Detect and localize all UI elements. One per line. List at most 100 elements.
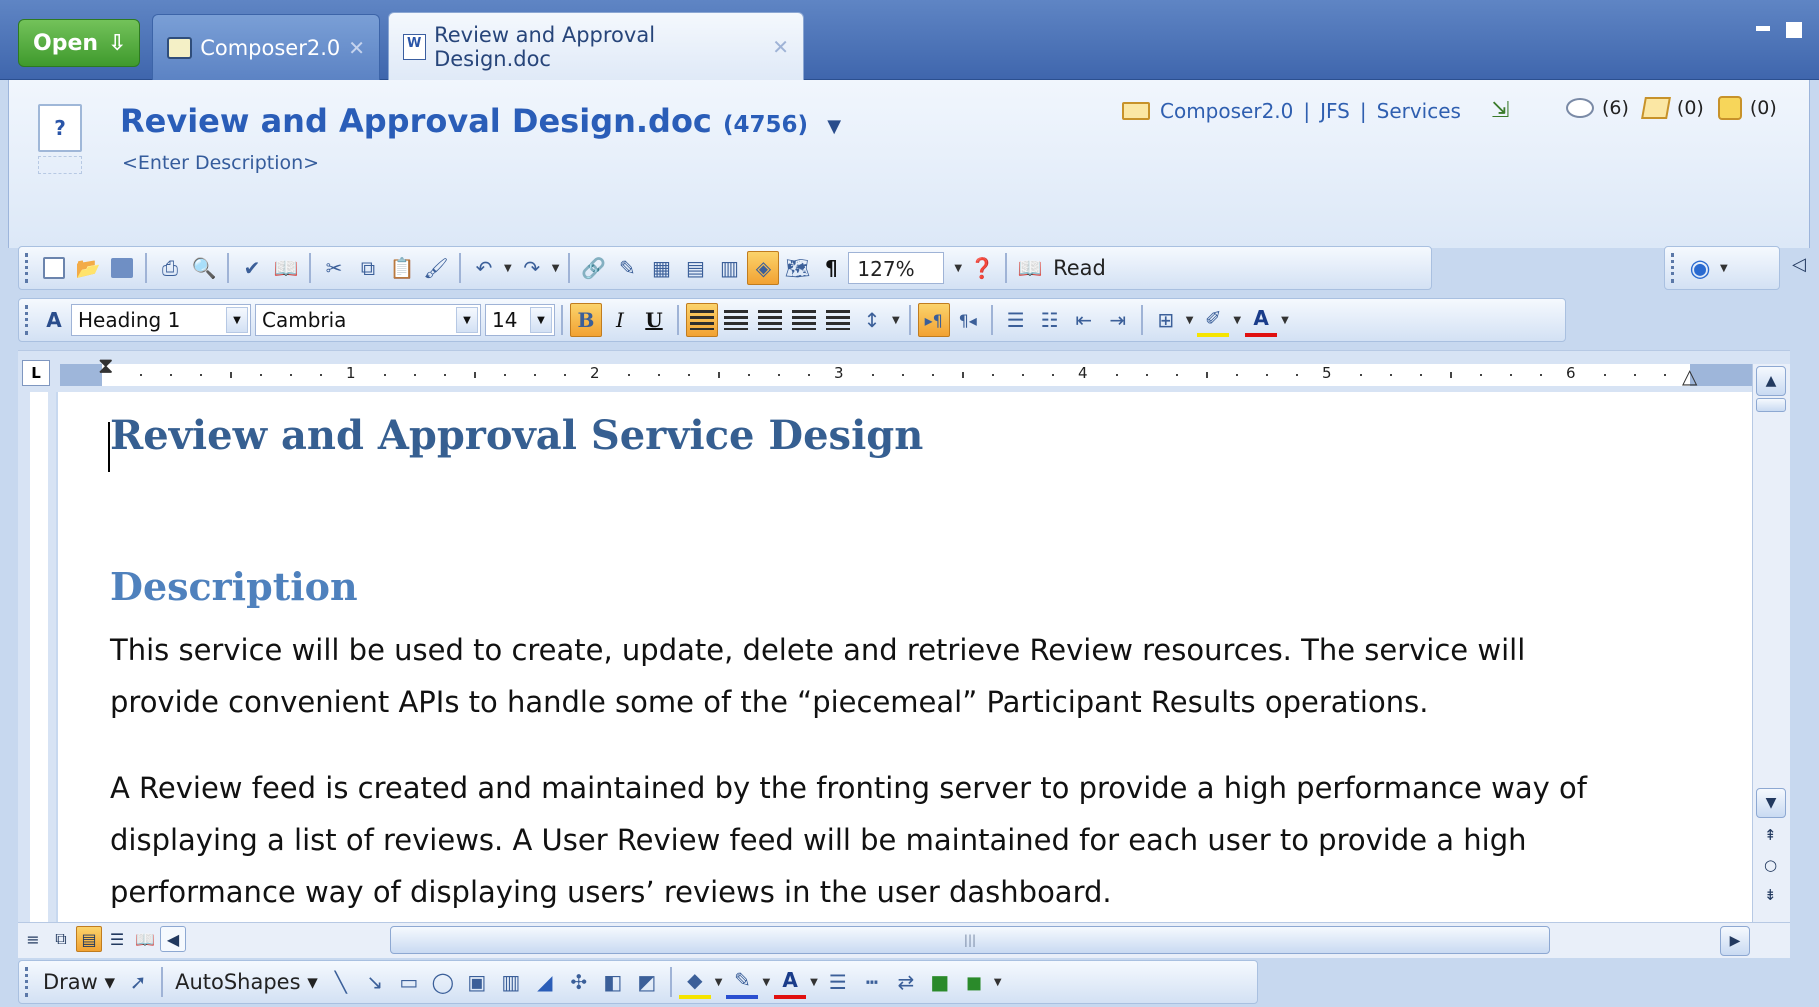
font-select[interactable]: Cambria ▼	[255, 304, 481, 336]
maximize-icon[interactable]	[1786, 22, 1802, 38]
tab-document[interactable]: Review and Approval Design.doc ✕	[388, 12, 804, 81]
insert-table-icon[interactable]: ▦	[645, 251, 677, 285]
align-center-button[interactable]	[720, 303, 752, 337]
tab-selector[interactable]: L	[22, 360, 50, 386]
shadow-style-icon[interactable]: ■	[924, 965, 956, 999]
vertical-ruler[interactable]	[18, 392, 56, 922]
new-document-icon[interactable]	[38, 251, 70, 285]
read-icon[interactable]: 📖	[1014, 251, 1046, 285]
select-browse-object-icon[interactable]: ○	[1764, 856, 1777, 874]
chevron-down-icon[interactable]: ▼	[456, 307, 478, 333]
chevron-down-icon[interactable]: ▼	[1720, 263, 1728, 274]
zoom-input[interactable]: 127%	[848, 252, 945, 284]
scroll-down-button[interactable]: ▼	[1756, 788, 1786, 818]
paste-icon[interactable]: 📋	[386, 251, 418, 285]
indent-marker-icon[interactable]: ⧗	[98, 354, 113, 379]
tab-composer[interactable]: Composer2.0 ✕	[152, 14, 380, 80]
rtl-icon[interactable]: ¶◂	[952, 303, 984, 337]
vertical-text-box-icon[interactable]: ▥	[495, 965, 527, 999]
3d-style-icon[interactable]: ◼	[958, 965, 990, 999]
oval-icon[interactable]: ◯	[427, 965, 459, 999]
print-icon[interactable]: ⎙	[154, 251, 186, 285]
normal-view-icon[interactable]: ≡	[20, 926, 46, 952]
chevron-down-icon[interactable]: ▼	[530, 307, 552, 333]
chevron-down-icon[interactable]: ▼	[1233, 315, 1241, 326]
minimize-icon[interactable]	[1756, 26, 1770, 31]
chevron-down-icon[interactable]: ▼	[810, 977, 818, 988]
diagram-icon[interactable]: ✣	[563, 965, 595, 999]
bullets-icon[interactable]: ☷	[1034, 303, 1066, 337]
previous-page-icon[interactable]: ⇞	[1764, 826, 1777, 844]
italic-button[interactable]: I	[604, 303, 636, 337]
horizontal-ruler[interactable]: 1 2 3 4 5 6	[60, 364, 1760, 386]
chevron-down-icon[interactable]: ▼	[504, 263, 512, 274]
underline-button[interactable]: U	[638, 303, 670, 337]
picture-icon[interactable]: ◩	[631, 965, 663, 999]
text-box-icon[interactable]: ▣	[461, 965, 493, 999]
toolbar-grip[interactable]	[25, 305, 31, 335]
arrow-style-icon[interactable]: ⇄	[890, 965, 922, 999]
font-color-icon[interactable]: A	[1245, 303, 1278, 337]
save-icon[interactable]	[106, 251, 138, 285]
copy-icon[interactable]: ⧉	[352, 251, 384, 285]
style-select[interactable]: Heading 1 ▼	[71, 304, 251, 336]
chevron-down-icon[interactable]: ▼	[1281, 315, 1289, 326]
assistant-icon[interactable]: ◉	[1684, 251, 1716, 285]
line-spacing-icon[interactable]: ↕	[856, 303, 888, 337]
document-map-icon[interactable]: 🗺	[781, 251, 813, 285]
decrease-indent-icon[interactable]: ⇤	[1068, 303, 1100, 337]
open-button[interactable]: Open ⇩	[18, 19, 140, 67]
fill-color-icon[interactable]: ◆	[678, 965, 711, 999]
scroll-left-button[interactable]: ◀	[160, 926, 186, 952]
clip-art-icon[interactable]: ◧	[597, 965, 629, 999]
dash-style-icon[interactable]: ┅	[856, 965, 888, 999]
close-tab-icon[interactable]: ✕	[348, 36, 365, 60]
scroll-thumb[interactable]	[1756, 398, 1786, 412]
section-heading[interactable]: Description	[110, 564, 358, 609]
highlight-icon[interactable]: ✐	[1197, 303, 1230, 337]
close-tab-icon[interactable]: ✕	[772, 35, 789, 59]
bold-button[interactable]: B	[570, 303, 602, 337]
draw-menu[interactable]: Draw ▾	[37, 970, 121, 994]
font-size-select[interactable]: 14 ▼	[485, 304, 555, 336]
numbering-icon[interactable]: ☰	[1000, 303, 1032, 337]
redo-icon[interactable]: ↷	[516, 251, 548, 285]
panel-collapse-icon[interactable]: ◁	[1792, 254, 1806, 275]
navigate-icon[interactable]: ⇲	[1491, 98, 1509, 123]
undo-icon[interactable]: ↶	[468, 251, 500, 285]
columns-icon[interactable]: ▥	[713, 251, 745, 285]
line-icon[interactable]: ╲	[325, 965, 357, 999]
chevron-down-icon[interactable]: ▼	[892, 315, 900, 326]
cut-icon[interactable]: ✂	[318, 251, 350, 285]
justify-button[interactable]	[788, 303, 820, 337]
paragraph[interactable]: A Review feed is created and maintained …	[110, 762, 1587, 918]
task-icon[interactable]	[1717, 96, 1742, 120]
document-title[interactable]: Review and Approval Design.doc (4756) ▼	[120, 102, 841, 140]
print-layout-icon[interactable]: ▤	[76, 926, 102, 952]
rectangle-icon[interactable]: ▭	[393, 965, 425, 999]
format-painter-icon[interactable]: 🖌	[420, 251, 452, 285]
hyperlink-icon[interactable]: 🔗	[577, 251, 609, 285]
align-left-button[interactable]	[686, 303, 718, 337]
toolbar-grip[interactable]	[25, 253, 31, 283]
chevron-down-icon[interactable]: ▼	[1186, 315, 1194, 326]
description-field[interactable]: <Enter Description>	[122, 152, 319, 174]
edit-icon[interactable]	[1640, 97, 1671, 119]
font-color-icon[interactable]: A	[774, 965, 807, 999]
chevron-down-icon[interactable]: ▼	[954, 263, 962, 274]
styles-icon[interactable]: A	[38, 303, 70, 337]
chevron-down-icon[interactable]: ▼	[994, 977, 1002, 988]
scroll-right-button[interactable]: ▶	[1720, 926, 1750, 956]
horizontal-scroll-thumb[interactable]: |||	[390, 926, 1550, 954]
breadcrumb-item[interactable]: JFS	[1320, 99, 1350, 123]
paragraph[interactable]: This service will be used to create, upd…	[110, 624, 1525, 728]
chevron-down-icon[interactable]: ▼	[827, 116, 841, 137]
autoshapes-menu[interactable]: AutoShapes ▾	[169, 970, 324, 994]
chevron-down-icon[interactable]: ▼	[226, 307, 248, 333]
toolbar-grip[interactable]	[25, 967, 31, 997]
open-folder-icon[interactable]: 📂	[72, 251, 104, 285]
select-objects-icon[interactable]: ➚	[122, 965, 154, 999]
ltr-icon[interactable]: ▸¶	[917, 303, 950, 337]
print-preview-icon[interactable]: 🔍	[188, 251, 220, 285]
line-color-icon[interactable]: ✎	[726, 965, 759, 999]
